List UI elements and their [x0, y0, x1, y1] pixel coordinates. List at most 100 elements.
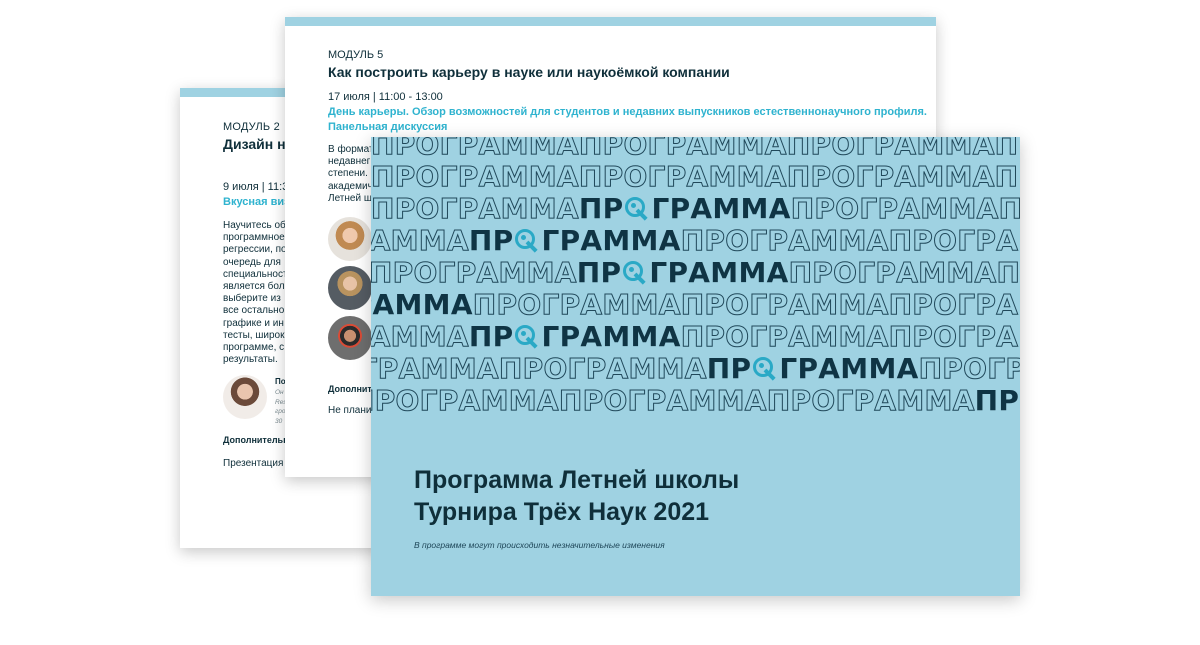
speaker-avatar: [328, 266, 372, 310]
program-word-outline: ПРОГРАММА: [371, 320, 469, 353]
program-word-outline: ПРОГРАММА: [786, 160, 995, 193]
pattern-row: ПРОГРАММАПРОГРАММАПРГРАММАПРОГРАММАПРОГР…: [371, 352, 1020, 385]
target-arrow-icon: [514, 325, 540, 349]
program-word-outline: ПРОГРАММА: [994, 137, 1020, 161]
cover-title: Программа Летней школы Турнира Трёх Наук…: [414, 464, 739, 528]
pattern-row: ПРОГРАММАПРОГРАММАПРГРАММАПРОГРАММАПРОГР…: [371, 256, 1020, 289]
program-word-outline: ПРОГРАММА: [680, 224, 889, 257]
module-event: День карьеры. Обзор возможностей для сту…: [328, 106, 927, 118]
extra-materials-label: Дополнит: [328, 384, 372, 394]
program-word-outline: ПРОГРАММА: [498, 352, 707, 385]
body-line: специальност: [223, 268, 288, 280]
program-word-highlight: ПР ГРАММА: [577, 256, 789, 289]
module-event: Вкусная виз: [223, 196, 290, 208]
cover-note: В программе могут происходить незначител…: [414, 540, 665, 550]
pattern-row: ПРОГРАММАПРГРАММАПРОГРАММАПРОГРАММАПРОГР…: [371, 320, 1020, 353]
program-word-outline: ПРОГРАММА: [558, 384, 767, 417]
body-line: недавнег: [328, 156, 371, 168]
pattern-row: ПРОГРАММАПРОГРАММАПРОГРАММАПРОГРАММАПРОГ…: [371, 137, 1020, 161]
program-word-outline: ПРОГРАММА: [371, 160, 579, 193]
module-event-format: Панельная дискуссия: [328, 121, 448, 133]
pattern-row: ПРОГРАММАПРОГРАММАПРОГРАММАПРОГРАММАПРОГ…: [371, 160, 1020, 193]
program-word-outline: ПРОГРАММА: [371, 352, 499, 385]
body-line: очередь для: [223, 256, 281, 268]
program-word-part: ГРАММА: [541, 320, 681, 353]
program-word-outline: ПРОГРАММА: [578, 160, 787, 193]
module-date: 9 июля | 11:3: [223, 181, 289, 193]
body-line: графике и ин: [223, 317, 284, 329]
program-word-outline: ПРОГРАММА: [786, 137, 995, 161]
program-word-outline: ПРОГРАММА: [472, 288, 681, 321]
program-word-highlight: ПРГРАММА: [975, 384, 1020, 417]
pattern-row: ПРОГРАММАПРОГРАММАПРОГРАММАПРГРАММАПРОГР…: [371, 384, 1020, 417]
body-line: результаты.: [223, 354, 278, 366]
program-word-highlight: ПР ГРАММА: [469, 224, 681, 257]
module-date: 17 июля | 11:00 - 13:00: [328, 91, 443, 103]
program-word-outline: ПРОГРАММА: [888, 320, 1020, 353]
module-label: МОДУЛЬ 5: [328, 49, 384, 61]
target-arrow-icon: [622, 261, 648, 285]
pattern-row: ПРГРАММАПРОГРАММАПРОГРАММАПРОГРАММАПРОГР…: [371, 288, 1020, 321]
program-word-part: ГРАММА: [651, 192, 791, 225]
program-word-part: ГРАММА: [779, 352, 919, 385]
cover-title-line: Турнира Трёх Наук 2021: [414, 498, 710, 526]
pattern-row: ПРОГРАММАПРГРАММАПРОГРАММАПРОГРАММАПРОГР…: [371, 224, 1020, 257]
body-line: регрессии, по: [223, 244, 287, 256]
program-word-part: ГРАММА: [649, 256, 789, 289]
module-title: Как построить карьеру в науке или наукоё…: [328, 64, 730, 80]
target-arrow-icon: [624, 197, 650, 221]
program-word-highlight: ПР ГРАММА: [579, 192, 791, 225]
body-line: программе, с: [223, 342, 285, 354]
program-word-outline: ПРОГРАММА: [998, 192, 1020, 225]
program-word-outline: ПРОГРАММА: [578, 137, 787, 161]
body-line: В формат: [328, 144, 374, 155]
body-line: выберите из: [223, 293, 281, 305]
program-word-outline: ПРОГРАММА: [371, 137, 579, 161]
program-word-outline: ПРОГРАММА: [371, 256, 577, 289]
speaker-avatar: [328, 217, 372, 261]
program-word-outline: ПРОГРАММА: [888, 288, 1020, 321]
program-word-part: ПР: [468, 224, 514, 257]
program-word-part: ПР: [576, 256, 622, 289]
program-word-outline: ПРОГРАММА: [996, 256, 1020, 289]
pattern-row: ПРОГРАММАПРГРАММАПРОГРАММАПРОГРАММАПРОГР…: [371, 192, 1020, 225]
body-line: Научитесь об: [223, 220, 286, 231]
target-arrow-icon: [514, 229, 540, 253]
program-word-outline: ПРОГРАММА: [371, 224, 469, 257]
module-body: Научитесь об программное регрессии, по о…: [223, 220, 288, 366]
program-word-part: ГРАММА: [541, 224, 681, 257]
program-word-outline: ПРОГРАММА: [790, 192, 999, 225]
program-word-outline: ПРОГРАММА: [680, 288, 889, 321]
body-line: академич: [328, 180, 373, 192]
program-word-outline: ПРОГРАММА: [766, 384, 975, 417]
program-word-outline: ПРОГРАММА: [371, 384, 559, 417]
program-word-outline: ПРОГРАММА: [918, 352, 1020, 385]
program-word-part: ГРАММА: [371, 288, 473, 321]
program-word-highlight: ПР ГРАММА: [707, 352, 919, 385]
speaker-avatar: [328, 316, 372, 360]
program-word-outline: ПРОГРАММА: [888, 224, 1020, 257]
extra-materials-text: Презентация с: [223, 458, 292, 469]
program-word-outline: ПРОГРАММА: [788, 256, 997, 289]
program-word-part: ПР: [578, 192, 624, 225]
program-word-part: ПР: [468, 320, 514, 353]
body-line: тесты, широк: [223, 329, 285, 341]
program-word-outline: ПРОГРАММА: [680, 320, 889, 353]
cover-title-line: Программа Летней школы: [414, 466, 740, 494]
body-line: Летней ш: [328, 192, 372, 204]
program-word-part: ПР: [974, 384, 1020, 417]
program-word-outline: ПРОГРАММА: [371, 192, 579, 225]
extra-materials-label: Дополнительн: [223, 435, 289, 445]
body-line: программное: [223, 232, 285, 244]
module-label: МОДУЛЬ 2: [223, 121, 280, 133]
speaker-avatar: [223, 375, 267, 419]
program-word-outline: ПРОГРАММА: [994, 160, 1020, 193]
body-line: все остально: [223, 305, 285, 317]
program-word-highlight: ПР ГРАММА: [469, 320, 681, 353]
program-word-part: ПР: [706, 352, 752, 385]
target-arrow-icon: [752, 357, 778, 381]
program-word-highlight: ПРГРАММА: [371, 288, 473, 321]
module-body: В формат недавнег степени. академич Летн…: [328, 144, 374, 205]
body-line: является бол: [223, 281, 285, 293]
body-line: степени.: [328, 168, 368, 180]
